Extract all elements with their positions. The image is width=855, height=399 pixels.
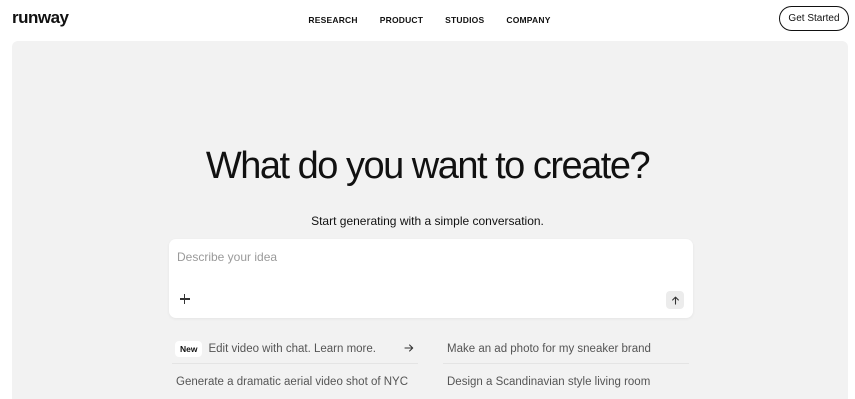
arrow-up-icon xyxy=(671,296,679,305)
suggestion-text: Generate a dramatic aerial video shot of… xyxy=(176,376,409,388)
suggestion-aerial-video-nyc[interactable]: Generate a dramatic aerial video shot of… xyxy=(172,367,418,397)
suggestion-text: Make an ad photo for my sneaker brand xyxy=(447,342,651,355)
suggestion-scandinavian-living-room[interactable]: Design a Scandinavian style living room xyxy=(443,367,689,397)
nav-studios-link[interactable]: STUDIOS xyxy=(445,15,484,25)
suggestion-text: Edit video with chat. Learn more. xyxy=(208,342,376,355)
prompt-box xyxy=(169,239,693,318)
arrow-right-icon xyxy=(404,344,414,352)
nav-research-link[interactable]: RESEARCH xyxy=(308,15,357,25)
main-nav: RESEARCH PRODUCT STUDIOS COMPANY xyxy=(0,15,855,25)
hero-subtitle: Start generating with a simple conversat… xyxy=(311,214,544,228)
submit-prompt-button[interactable] xyxy=(666,291,684,309)
nav-product-link[interactable]: PRODUCT xyxy=(380,15,423,25)
suggestion-edit-video-chat[interactable]: New Edit video with chat. Learn more. xyxy=(172,334,418,364)
nav-company-link[interactable]: COMPANY xyxy=(506,15,550,25)
suggestion-text: Design a Scandinavian style living room xyxy=(447,376,651,388)
get-started-button[interactable]: Get Started xyxy=(779,6,849,31)
suggestion-ad-photo-sneaker[interactable]: Make an ad photo for my sneaker brand xyxy=(443,334,689,364)
new-badge: New xyxy=(175,340,203,357)
plus-icon[interactable] xyxy=(180,294,190,304)
prompt-input[interactable] xyxy=(177,248,677,266)
hero-title: What do you want to create? xyxy=(205,145,651,187)
top-navigation-bar: runway RESEARCH PRODUCT STUDIOS COMPANY … xyxy=(0,0,855,40)
